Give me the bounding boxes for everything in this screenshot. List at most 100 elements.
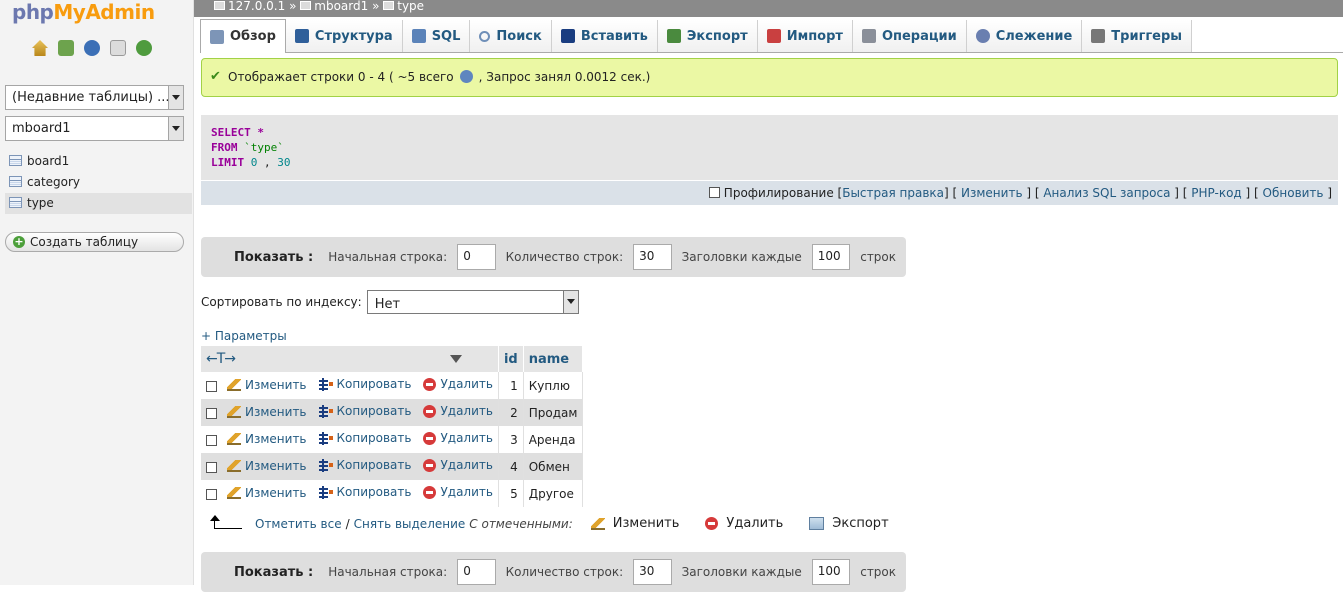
headers-every-input[interactable]: 100 xyxy=(811,244,851,270)
edit-query-link[interactable]: Изменить xyxy=(961,186,1023,200)
column-visibility-icon[interactable] xyxy=(449,355,462,363)
show-button[interactable]: Показать : xyxy=(234,565,313,580)
cell-id[interactable]: 4 xyxy=(498,453,524,480)
database-select[interactable]: mboard1 xyxy=(5,116,184,141)
reload-icon[interactable] xyxy=(136,40,152,56)
check-icon: ✔ xyxy=(210,69,221,84)
row-copy-link[interactable]: Копировать xyxy=(318,431,411,445)
column-header-name[interactable]: name xyxy=(523,346,584,372)
row-checkbox[interactable] xyxy=(206,380,217,392)
column-header-id[interactable]: id xyxy=(498,346,524,372)
results-table: ←T→ id name Изменить Копировать Удалить 1 Ку… xyxy=(201,346,584,507)
start-row-input[interactable]: 0 xyxy=(457,244,496,270)
arrow-up-icon xyxy=(210,514,242,529)
cell-name[interactable]: Другое xyxy=(523,480,584,507)
navigation-panel: phpMyAdmin (Недавние таблицы) ... mboard… xyxy=(0,0,194,585)
insert-icon xyxy=(560,29,575,43)
tab-triggers[interactable]: Триггеры xyxy=(1082,20,1193,52)
delete-icon xyxy=(423,377,437,391)
uncheck-all-link[interactable]: Снять выделение xyxy=(354,517,466,531)
check-all-link[interactable]: Отметить все xyxy=(255,517,342,531)
table-row: Изменить Копировать Удалить 1 Куплю xyxy=(201,372,584,399)
row-delete-link[interactable]: Удалить xyxy=(423,485,493,499)
row-copy-link[interactable]: Копировать xyxy=(318,458,411,472)
row-actions: Изменить Копировать Удалить xyxy=(201,399,499,426)
row-count-input[interactable]: 30 xyxy=(633,559,672,585)
row-copy-link[interactable]: Копировать xyxy=(318,404,411,418)
row-checkbox[interactable] xyxy=(206,407,217,419)
help-icon[interactable] xyxy=(459,70,473,83)
row-copy-link[interactable]: Копировать xyxy=(318,485,411,499)
cell-name[interactable]: Аренда xyxy=(523,426,584,453)
show-button[interactable]: Показать : xyxy=(234,250,313,265)
pagination-bar-bottom: Показать : Начальная строка: 0 Количеств… xyxy=(201,552,906,592)
profiling-checkbox[interactable] xyxy=(708,187,720,198)
php-code-link[interactable]: PHP-код xyxy=(1191,186,1241,200)
create-table-button[interactable]: + Создать таблицу xyxy=(5,232,184,252)
cell-id[interactable]: 3 xyxy=(498,426,524,453)
table-row: Изменить Копировать Удалить 3 Аренда xyxy=(201,426,584,453)
row-edit-link[interactable]: Изменить xyxy=(227,486,307,500)
copy-icon xyxy=(318,404,333,418)
phpmyadmin-logo[interactable]: phpMyAdmin xyxy=(12,0,155,24)
tab-tracking[interactable]: Слежение xyxy=(966,20,1083,52)
options-link[interactable]: + Параметры xyxy=(201,329,287,343)
tab-structure[interactable]: Структура xyxy=(285,20,403,52)
operations-icon xyxy=(861,29,876,43)
tab-search[interactable]: Поиск xyxy=(470,20,552,52)
cell-id[interactable]: 1 xyxy=(498,372,524,399)
tab-insert[interactable]: Вставить xyxy=(551,20,658,52)
row-delete-link[interactable]: Удалить xyxy=(423,458,493,472)
table-row: Изменить Копировать Удалить 5 Другое xyxy=(201,480,584,507)
documentation-icon[interactable] xyxy=(110,40,126,56)
sort-index-select[interactable]: Нет xyxy=(366,290,579,314)
breadcrumb-table[interactable]: type xyxy=(397,0,424,13)
row-checkbox[interactable] xyxy=(206,434,217,446)
row-count-input[interactable]: 30 xyxy=(633,244,672,270)
column-move-icon[interactable]: ←T→ xyxy=(206,351,236,367)
row-copy-link[interactable]: Копировать xyxy=(318,377,411,391)
cell-id[interactable]: 5 xyxy=(498,480,524,507)
bulk-delete-button[interactable]: Удалить xyxy=(705,516,783,531)
tab-operations[interactable]: Операции xyxy=(852,20,967,52)
table-item-category[interactable]: category xyxy=(5,172,192,193)
tab-browse[interactable]: Обзор xyxy=(200,19,286,53)
table-item-board1[interactable]: board1 xyxy=(5,151,192,172)
breadcrumb-server[interactable]: 127.0.0.1 xyxy=(228,0,285,13)
row-delete-link[interactable]: Удалить xyxy=(423,431,493,445)
recent-tables-select[interactable]: (Недавние таблицы) ... xyxy=(5,85,184,110)
start-row-input[interactable]: 0 xyxy=(457,559,496,585)
chevron-down-icon xyxy=(168,117,183,140)
cell-name[interactable]: Куплю xyxy=(523,372,584,399)
table-icon xyxy=(383,1,395,10)
row-checkbox[interactable] xyxy=(206,461,217,473)
row-checkbox[interactable] xyxy=(206,488,217,500)
cell-name[interactable]: Продам xyxy=(523,399,584,426)
headers-every-input[interactable]: 100 xyxy=(811,559,851,585)
row-delete-link[interactable]: Удалить xyxy=(423,404,493,418)
row-edit-link[interactable]: Изменить xyxy=(227,432,307,446)
breadcrumb-database[interactable]: mboard1 xyxy=(314,0,368,13)
table-icon xyxy=(9,197,22,208)
table-item-type[interactable]: type xyxy=(5,193,192,214)
logout-icon[interactable] xyxy=(58,40,74,56)
cell-name[interactable]: Обмен xyxy=(523,453,584,480)
row-edit-link[interactable]: Изменить xyxy=(227,378,307,392)
cell-id[interactable]: 2 xyxy=(498,399,524,426)
inline-edit-link[interactable]: Быстрая правка xyxy=(842,186,944,200)
help-icon[interactable] xyxy=(84,40,100,56)
home-icon[interactable] xyxy=(32,40,48,56)
bulk-edit-button[interactable]: Изменить xyxy=(590,516,679,531)
row-edit-link[interactable]: Изменить xyxy=(227,405,307,419)
bulk-export-button[interactable]: Экспорт xyxy=(809,516,889,531)
refresh-link[interactable]: Обновить xyxy=(1263,186,1324,200)
sql-icon xyxy=(411,29,426,43)
explain-sql-link[interactable]: Анализ SQL запроса xyxy=(1043,186,1170,200)
delete-icon xyxy=(423,431,437,445)
row-delete-link[interactable]: Удалить xyxy=(423,377,493,391)
row-edit-link[interactable]: Изменить xyxy=(227,459,307,473)
tab-export[interactable]: Экспорт xyxy=(657,20,758,52)
tab-import[interactable]: Импорт xyxy=(757,20,853,52)
tab-sql[interactable]: SQL xyxy=(402,20,471,52)
chevron-down-icon xyxy=(168,86,183,109)
